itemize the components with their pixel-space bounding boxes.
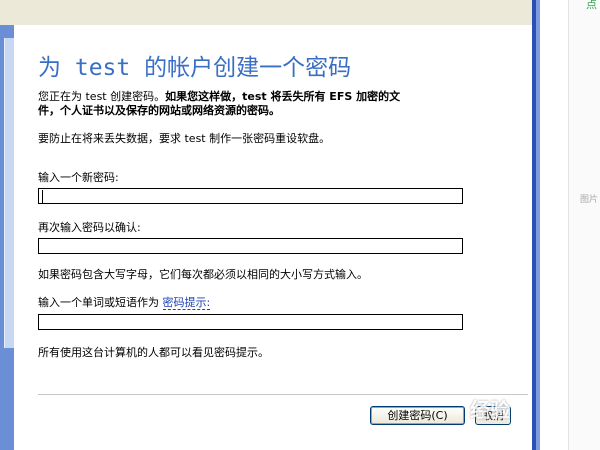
intro-warning-line2: 件，个人证书以及保存的网站或网络资源的密码。 [38, 104, 280, 117]
left-task-strip [0, 25, 15, 450]
watermark: 经验 [470, 398, 510, 422]
page-title: 为 test 的帐户创建一个密码 [38, 55, 352, 81]
reset-disk-note: 要防止在将来丢失数据，要求 test 制作一张密码重设软盘。 [38, 132, 331, 145]
hint-label-prefix: 输入一个单词或短语作为 [38, 296, 159, 309]
hint-label: 输入一个单词或短语作为 密码提示: [38, 294, 211, 310]
case-sensitivity-note: 如果密码包含大写字母，它们每次都必须以相同的大小写方式输入。 [38, 268, 368, 281]
side-text-fragment: 点 [586, 0, 597, 11]
text-caret [42, 190, 43, 203]
hint-visibility-note: 所有使用这台计算机的人都可以看见密码提示。 [38, 346, 269, 359]
confirm-password-label: 再次输入密码以确认: [38, 221, 141, 234]
side-image-label: 图片 [580, 195, 599, 205]
right-side-panel [568, 0, 600, 450]
password-hint-field[interactable] [38, 314, 463, 330]
window-right-border [532, 0, 568, 450]
password-hint-link[interactable]: 密码提示: [162, 296, 211, 310]
new-password-label: 输入一个新密码: [38, 171, 119, 184]
button-separator-highlight [38, 395, 528, 396]
new-password-field[interactable] [38, 188, 463, 204]
create-password-button[interactable]: 创建密码(C) [370, 406, 465, 425]
top-bar [0, 0, 532, 26]
confirm-password-field[interactable] [38, 238, 463, 254]
